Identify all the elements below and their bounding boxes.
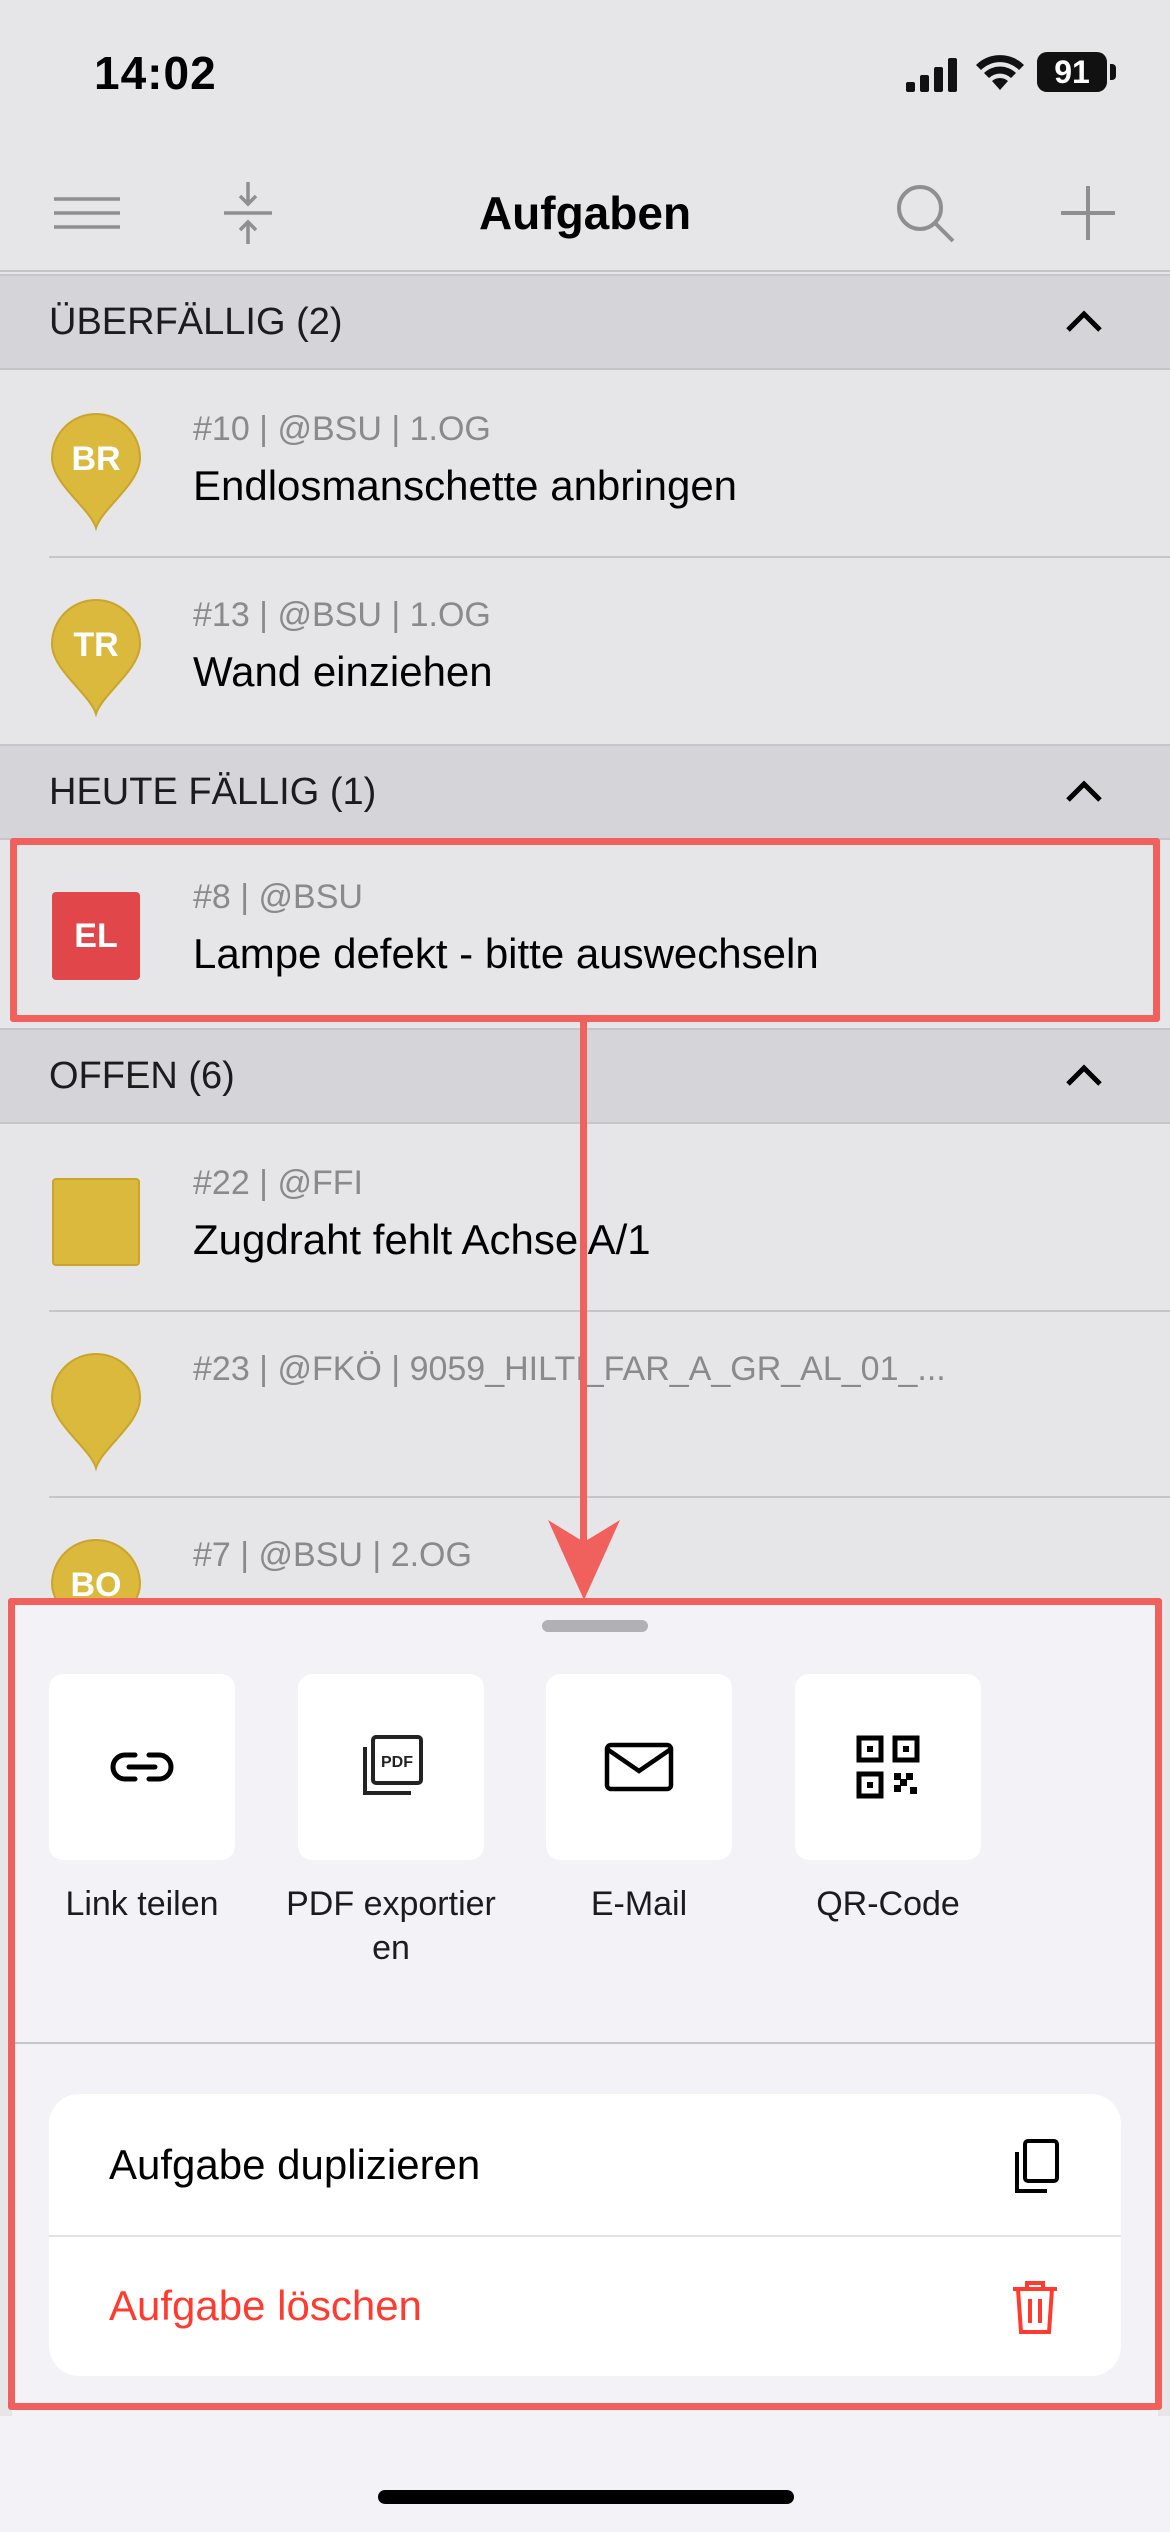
section-header-overdue[interactable]: ÜBERFÄLLIG (2) xyxy=(0,274,1170,370)
action-label: Aufgabe duplizieren xyxy=(109,2141,481,2188)
export-pdf-button[interactable]: PDF xyxy=(298,1674,484,1860)
pdf-icon: PDF xyxy=(363,1735,423,1795)
share-label: E-Mail xyxy=(590,1885,688,1923)
share-label: QR-Code xyxy=(816,1885,960,1923)
status-bar: 14:02 91 xyxy=(0,0,1170,150)
add-icon[interactable] xyxy=(1048,178,1128,248)
delete-task-button[interactable]: Aufgabe löschen xyxy=(49,2235,1121,2376)
trash-icon xyxy=(1013,2281,1057,2334)
task-title: Lampe defekt - bitte auswechseln xyxy=(193,930,819,977)
chevron-up-icon[interactable] xyxy=(1058,1056,1110,1096)
qr-code-button[interactable] xyxy=(795,1674,981,1860)
task-meta: #23 | @FKÖ | 9059_HILTI_FAR_A_GR_AL_01_.… xyxy=(193,1350,946,1388)
task-row[interactable]: TR #13 | @BSU | 1.OG Wand einziehen xyxy=(0,558,1170,744)
task-square-icon xyxy=(52,1178,140,1266)
section-title: HEUTE FÄLLIG (1) xyxy=(49,771,377,813)
share-link-button[interactable] xyxy=(49,1674,235,1860)
task-badge: BR xyxy=(71,440,121,478)
nav-bar: Aufgaben xyxy=(0,150,1170,272)
section-title: ÜBERFÄLLIG (2) xyxy=(49,301,343,343)
status-time: 14:02 xyxy=(94,47,217,99)
task-badge: EL xyxy=(74,917,118,955)
task-meta: #7 | @BSU | 2.OG xyxy=(193,1536,472,1574)
page-title: Aufgaben xyxy=(478,187,692,239)
share-label: PDF exportieren xyxy=(286,1885,496,1967)
link-icon xyxy=(110,1752,174,1782)
section-header-due-today[interactable]: HEUTE FÄLLIG (1) xyxy=(0,744,1170,840)
task-meta: #8 | @BSU xyxy=(193,878,363,916)
home-indicator[interactable] xyxy=(378,2490,794,2504)
duplicate-task-button[interactable]: Aufgabe duplizieren xyxy=(49,2094,1121,2237)
task-row[interactable]: BR #10 | @BSU | 1.OG Endlosmanschette an… xyxy=(0,372,1170,558)
search-icon[interactable] xyxy=(885,178,965,248)
chevron-up-icon[interactable] xyxy=(1058,772,1110,812)
sheet-drag-handle[interactable] xyxy=(542,1620,648,1632)
task-meta: #13 | @BSU | 1.OG xyxy=(193,596,491,634)
task-meta: #10 | @BSU | 1.OG xyxy=(193,410,491,448)
action-label: Aufgabe löschen xyxy=(109,2282,422,2329)
section-title: OFFEN (6) xyxy=(49,1055,235,1097)
email-button[interactable] xyxy=(546,1674,732,1860)
annotation-arrow-line xyxy=(580,1022,587,1542)
share-label: Link teilen xyxy=(65,1885,219,1923)
duplicate-icon xyxy=(1015,2139,1059,2193)
battery-indicator: 91 xyxy=(1037,52,1107,92)
task-title: Endlosmanschette anbringen xyxy=(193,462,738,509)
map-pin-icon xyxy=(50,1353,142,1472)
svg-text:PDF: PDF xyxy=(381,1754,413,1771)
actions-card: Aufgabe duplizieren Aufgabe löschen xyxy=(49,2094,1121,2376)
task-badge: TR xyxy=(73,626,119,664)
battery-cap xyxy=(1110,64,1116,80)
annotation-arrow-head xyxy=(548,1520,620,1600)
task-badge: BO xyxy=(70,1566,122,1602)
cellular-signal-icon xyxy=(906,58,957,92)
wifi-icon xyxy=(976,55,1024,90)
qr-code-icon xyxy=(856,1735,920,1799)
sheet-divider xyxy=(12,2042,1158,2044)
task-title: Wand einziehen xyxy=(193,648,493,695)
action-sheet: Link teilen PDF PDF exportieren E-Mail Q… xyxy=(12,1600,1158,2532)
task-row[interactable]: EL #8 | @BSU Lampe defekt - bitte auswec… xyxy=(0,840,1170,1026)
chevron-up-icon[interactable] xyxy=(1058,302,1110,342)
mail-icon xyxy=(604,1742,674,1792)
task-meta: #22 | @FFI xyxy=(193,1164,363,1202)
